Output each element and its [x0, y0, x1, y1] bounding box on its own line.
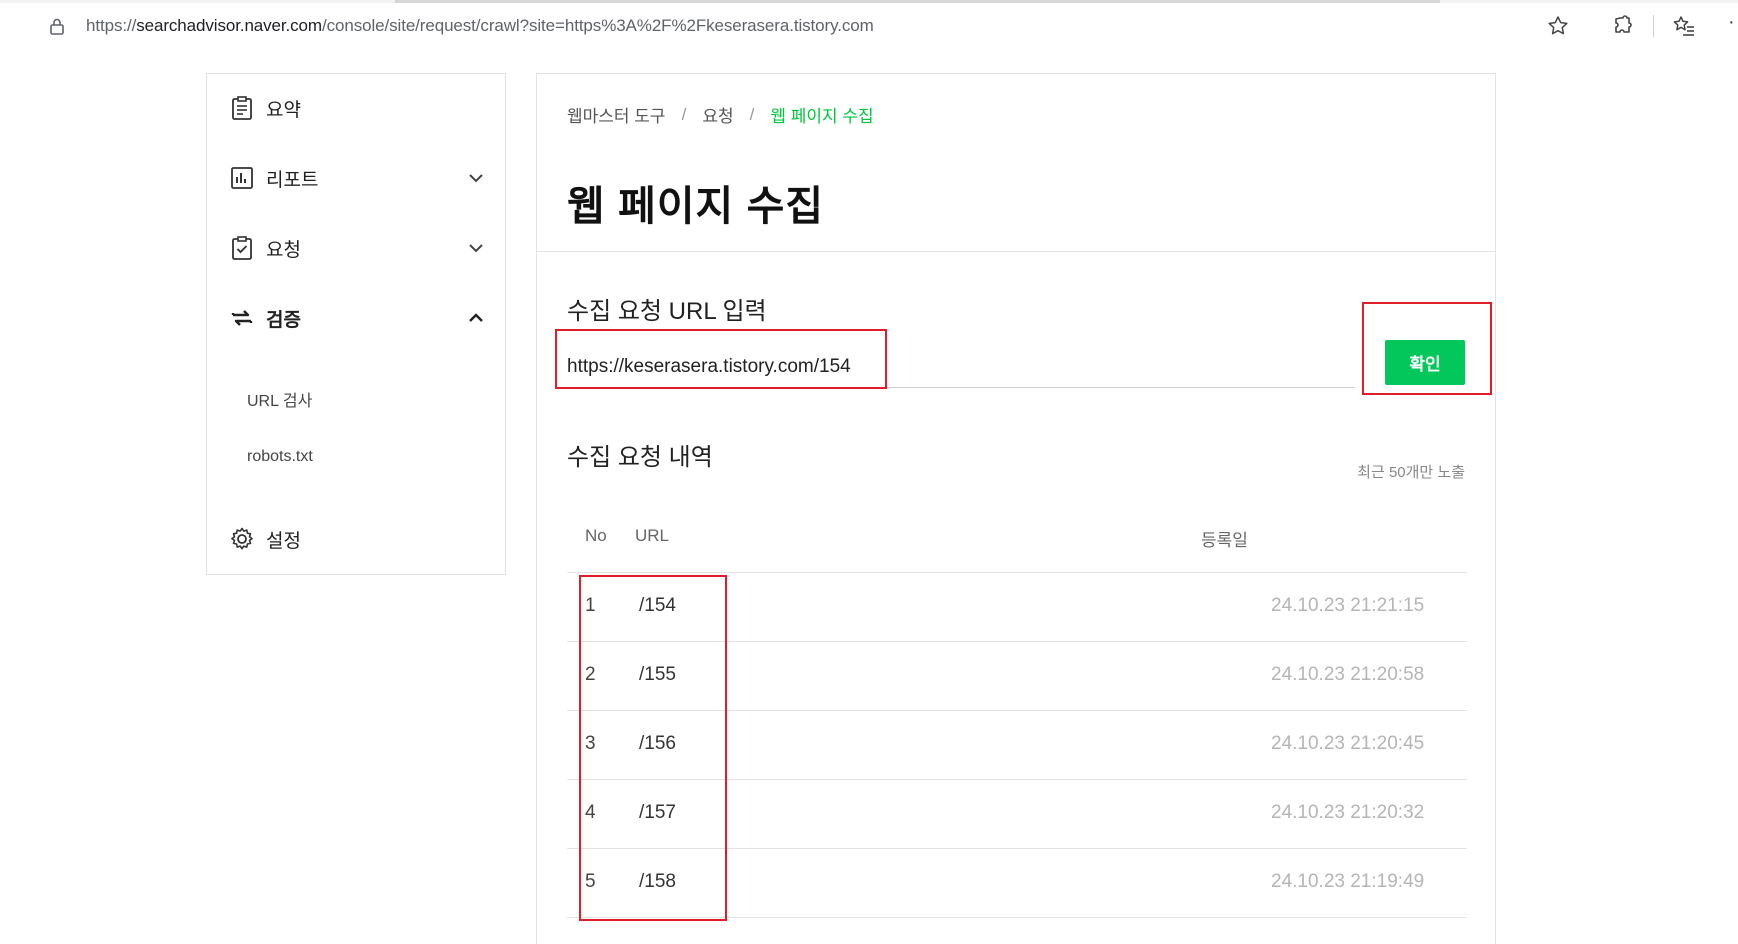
row-url: /154 [639, 595, 676, 616]
lock-icon[interactable] [48, 17, 66, 35]
browser-toolbar: https://searchadvisor.naver.com/console/… [0, 0, 1738, 50]
report-icon [231, 167, 253, 189]
url-path: /console/site/request/crawl?site=https%3… [321, 16, 874, 35]
table-row: 5 /158 24.10.23 21:19:49 [567, 849, 1467, 918]
page-title: 웹 페이지 수집 [567, 183, 825, 229]
breadcrumb-separator: / [681, 104, 687, 124]
sidebar: 요약 리포트 요청 검증 URL 검사 robots.txt 설정 [206, 73, 506, 575]
row-number: 3 [585, 733, 596, 754]
row-date: 24.10.23 21:21:15 [1271, 595, 1425, 616]
url-prefix: https:// [86, 16, 137, 35]
breadcrumb-item[interactable]: 요청 [702, 102, 733, 127]
swap-arrows-icon [231, 310, 253, 326]
sidebar-item-label: 리포트 [266, 169, 319, 191]
table-header: No URL 등록일 [567, 504, 1467, 573]
row-url: /155 [639, 664, 676, 685]
confirm-button[interactable]: 확인 [1385, 340, 1465, 385]
breadcrumb: 웹마스터 도구 / 요청 / 웹 페이지 수집 [567, 102, 874, 127]
breadcrumb-current: 웹 페이지 수집 [770, 107, 874, 126]
request-history-table: No URL 등록일 1 /154 24.10.23 21:21:15 2 /1… [567, 504, 1467, 918]
chevron-down-icon[interactable] [467, 169, 485, 187]
toolbar-divider [1653, 15, 1654, 37]
row-date: 24.10.23 21:20:58 [1271, 664, 1425, 685]
extensions-icon[interactable] [1611, 14, 1635, 38]
star-icon[interactable] [1546, 14, 1570, 38]
history-hint: 최근 50개만 노출 [1357, 464, 1465, 481]
sidebar-item-settings[interactable]: 설정 [229, 523, 485, 555]
row-url: /158 [639, 871, 676, 892]
sidebar-item-label: 설정 [266, 530, 301, 552]
url-input-container [567, 338, 1355, 388]
sidebar-subitem-url-inspection[interactable]: URL 검사 [247, 387, 312, 411]
history-section-title: 수집 요청 내역 [567, 444, 713, 471]
sidebar-item-report[interactable]: 리포트 [229, 162, 485, 194]
main-panel: 웹마스터 도구 / 요청 / 웹 페이지 수집 웹 페이지 수집 수집 요청 U… [536, 73, 1496, 944]
row-url: /156 [639, 733, 676, 754]
row-date: 24.10.23 21:19:49 [1271, 871, 1425, 892]
column-header-url: URL [635, 526, 670, 545]
row-url: /157 [639, 802, 676, 823]
row-number: 2 [585, 664, 596, 685]
sidebar-item-summary[interactable]: 요약 [229, 92, 485, 124]
url-input[interactable] [567, 338, 1355, 387]
table-row: 2 /155 24.10.23 21:20:58 [567, 642, 1467, 711]
more-menu-icon[interactable]: · [1728, 11, 1735, 34]
gear-icon [231, 527, 253, 550]
address-bar[interactable]: https://searchadvisor.naver.com/console/… [86, 16, 874, 36]
breadcrumb-item[interactable]: 웹마스터 도구 [567, 102, 666, 127]
row-date: 24.10.23 21:20:32 [1271, 802, 1425, 823]
column-header-date: 등록일 [1201, 531, 1248, 550]
sidebar-item-label: 요약 [266, 99, 301, 121]
summary-icon [232, 96, 252, 120]
table-row: 4 /157 24.10.23 21:20:32 [567, 780, 1467, 849]
chevron-up-icon[interactable] [467, 309, 485, 327]
table-row: 3 /156 24.10.23 21:20:45 [567, 711, 1467, 780]
breadcrumb-separator: / [749, 104, 755, 124]
sidebar-item-label: 검증 [266, 309, 301, 331]
tab-indicator [395, 0, 1440, 3]
sidebar-item-request[interactable]: 요청 [229, 232, 485, 264]
chevron-down-icon[interactable] [467, 239, 485, 257]
sidebar-subitem-robots-txt[interactable]: robots.txt [247, 448, 313, 466]
row-number: 5 [585, 871, 596, 892]
row-number: 4 [585, 802, 596, 823]
url-input-section-title: 수집 요청 URL 입력 [567, 298, 767, 325]
favorites-icon[interactable] [1672, 14, 1696, 38]
title-divider [537, 251, 1495, 252]
browser-tab-strip-edge [0, 0, 1738, 3]
row-date: 24.10.23 21:20:45 [1271, 733, 1425, 754]
sidebar-item-label: 요청 [266, 239, 301, 261]
request-icon [232, 236, 252, 260]
sidebar-item-verify[interactable]: 검증 [229, 302, 485, 334]
url-host: searchadvisor.naver.com [136, 16, 322, 35]
row-number: 1 [585, 595, 596, 616]
table-row: 1 /154 24.10.23 21:21:15 [567, 573, 1467, 642]
column-header-no: No [585, 526, 607, 545]
